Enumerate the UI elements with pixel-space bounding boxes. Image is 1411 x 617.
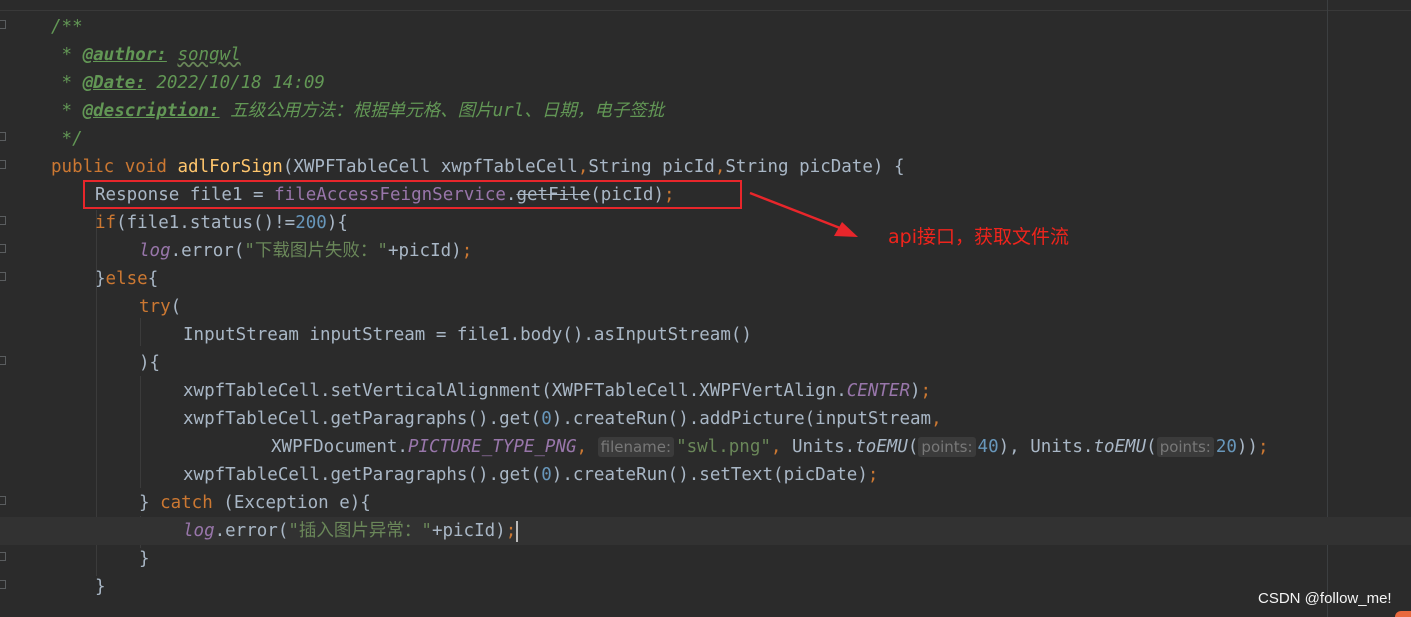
input-stream-statement: InputStream inputStream = file1.body().a… bbox=[183, 325, 752, 345]
author-value: songwl bbox=[177, 45, 241, 65]
parameter-hint: points: bbox=[1156, 437, 1214, 457]
code-line[interactable]: xwpfTableCell.getParagraphs().get(0).cre… bbox=[0, 461, 1411, 489]
log-error-statement: log.error("下载图片失败："+picId); bbox=[139, 241, 473, 261]
code-line[interactable]: }else{ bbox=[0, 265, 1411, 293]
closing-brace: } bbox=[95, 577, 106, 597]
doc-prefix: * bbox=[51, 45, 83, 65]
current-code-line[interactable]: log.error("插入图片异常："+picId); bbox=[0, 517, 1411, 545]
add-picture-statement: xwpfTableCell.getParagraphs().get(0).cre… bbox=[183, 409, 942, 429]
date-tag: @Date: bbox=[82, 73, 146, 93]
code-line[interactable]: ){ bbox=[0, 349, 1411, 377]
else-statement: }else{ bbox=[95, 269, 159, 289]
code-editor[interactable]: /** * @author: songwl * @Date: 2022/10/1… bbox=[0, 0, 1411, 617]
highlight-box bbox=[83, 180, 742, 209]
doc-comment-open: /** bbox=[51, 17, 83, 37]
code-line[interactable]: * @Date: 2022/10/18 14:09 bbox=[0, 69, 1411, 97]
code-line[interactable]: */ bbox=[0, 125, 1411, 153]
doc-prefix: * bbox=[51, 73, 83, 93]
if-statement: if(file1.status()!=200){ bbox=[95, 213, 348, 233]
code-line[interactable]: InputStream inputStream = file1.body().a… bbox=[0, 321, 1411, 349]
doc-prefix: * bbox=[51, 101, 83, 121]
method-name: adlForSign bbox=[177, 157, 283, 177]
log-error-statement: log.error("插入图片异常："+picId); bbox=[183, 520, 519, 542]
author-tag: @author: bbox=[82, 45, 167, 65]
code-line[interactable]: } bbox=[0, 545, 1411, 573]
editor-top-divider bbox=[0, 10, 1411, 11]
corner-badge bbox=[1395, 611, 1411, 617]
doc-comment-close: */ bbox=[51, 129, 83, 149]
code-line[interactable]: /** bbox=[0, 13, 1411, 41]
description-value: 五级公用方法：根据单元格、图片url、日期，电子签批 bbox=[219, 101, 665, 121]
set-alignment-statement: xwpfTableCell.setVerticalAlignment(XWPFT… bbox=[183, 381, 932, 401]
annotation-label: api接口，获取文件流 bbox=[888, 226, 1069, 248]
annotation-arrow-icon bbox=[749, 191, 858, 237]
set-text-statement: xwpfTableCell.getParagraphs().get(0).cre… bbox=[183, 465, 879, 485]
code-line[interactable]: * @author: songwl bbox=[0, 41, 1411, 69]
description-tag: @description: bbox=[82, 101, 220, 121]
code-line[interactable]: try( bbox=[0, 293, 1411, 321]
catch-statement: } catch (Exception e){ bbox=[139, 493, 371, 513]
parameter-hint: points: bbox=[918, 437, 976, 457]
date-value: 2022/10/18 14:09 bbox=[145, 73, 325, 93]
csdn-watermark: CSDN @follow_me! bbox=[1258, 590, 1392, 607]
code-line[interactable]: public void adlForSign(XWPFTableCell xwp… bbox=[0, 153, 1411, 181]
code-line[interactable]: } bbox=[0, 573, 1411, 601]
text-caret bbox=[516, 520, 519, 542]
code-line[interactable]: XWPFDocument.PICTURE_TYPE_PNG, filename:… bbox=[0, 433, 1411, 461]
try-close-paren: ){ bbox=[139, 353, 161, 373]
code-line[interactable]: * @description: 五级公用方法：根据单元格、图片url、日期，电子… bbox=[0, 97, 1411, 125]
code-line[interactable]: if(file1.status()!=200){ bbox=[0, 209, 1411, 237]
code-line[interactable]: log.error("下载图片失败："+picId); bbox=[0, 237, 1411, 265]
code-line[interactable]: xwpfTableCell.getParagraphs().get(0).cre… bbox=[0, 405, 1411, 433]
parameter-hint: filename: bbox=[597, 437, 675, 457]
method-signature: public void adlForSign(XWPFTableCell xwp… bbox=[51, 157, 905, 177]
picture-arguments: XWPFDocument.PICTURE_TYPE_PNG, filename:… bbox=[271, 437, 1269, 457]
code-line[interactable]: } catch (Exception e){ bbox=[0, 489, 1411, 517]
code-line[interactable]: xwpfTableCell.setVerticalAlignment(XWPFT… bbox=[0, 377, 1411, 405]
closing-brace: } bbox=[139, 549, 150, 569]
try-statement: try( bbox=[139, 297, 182, 317]
